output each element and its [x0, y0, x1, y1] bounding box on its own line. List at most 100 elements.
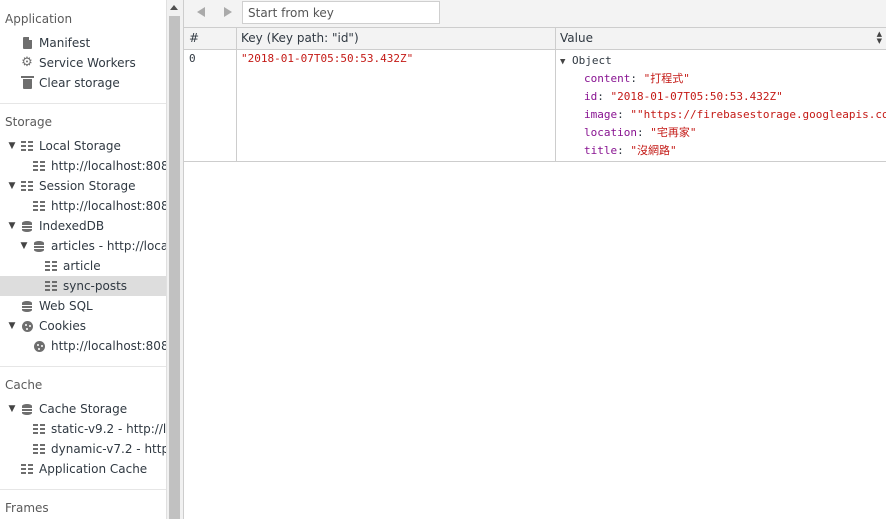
- expand-triangle-icon[interactable]: ▼: [560, 57, 565, 67]
- sidebar-item-indexeddb[interactable]: ▼ IndexedDB: [0, 216, 166, 236]
- scroll-up-arrow-icon[interactable]: [170, 5, 178, 10]
- document-icon: [20, 33, 34, 53]
- divider: [0, 489, 166, 490]
- section-title-application: Application: [5, 12, 73, 26]
- sidebar-item-label: Cookies: [39, 319, 86, 333]
- sidebar-item-label: static-v9.2 - http://localhost:8080: [51, 422, 166, 436]
- expand-triangle-icon[interactable]: ▼: [7, 399, 17, 419]
- cookie-icon: [32, 336, 46, 356]
- object-property: title: "沒網路": [584, 144, 677, 157]
- next-page-icon[interactable]: [224, 7, 232, 17]
- sidebar-item-label: articles - http://localhost:8080: [51, 239, 166, 253]
- grid-icon: [32, 439, 46, 459]
- divider: [0, 103, 166, 104]
- data-grid: # Key (Key path: "id") Value ▲ ▼ 0 "2018-…: [184, 28, 886, 519]
- cookie-icon: [20, 316, 34, 336]
- column-header-index[interactable]: #: [189, 28, 199, 49]
- sidebar-scrollbar-thumb[interactable]: [169, 16, 180, 519]
- sidebar-item-label: Clear storage: [39, 76, 120, 90]
- sidebar-item-service-workers[interactable]: ⚙ Service Workers: [0, 53, 166, 73]
- sidebar-item-store-article[interactable]: article: [0, 256, 166, 276]
- sidebar-item-store-sync-posts[interactable]: sync-posts: [0, 276, 166, 296]
- sidebar-item-label: Local Storage: [39, 139, 121, 153]
- section-title-cache: Cache: [5, 378, 43, 392]
- sidebar-item-session-storage[interactable]: ▼ Session Storage: [0, 176, 166, 196]
- sidebar-item-label: http://localhost:8080: [51, 339, 166, 353]
- section-title-frames: Frames: [5, 501, 49, 515]
- property-name: id: [584, 90, 598, 103]
- sidebar-item-clear-storage[interactable]: Clear storage: [0, 73, 166, 93]
- expand-triangle-icon[interactable]: ▼: [7, 216, 17, 236]
- expand-triangle-icon[interactable]: ▼: [7, 176, 17, 196]
- object-property: location: "宅再家": [584, 126, 697, 139]
- property-value: "宅再家": [650, 126, 697, 139]
- property-name: image: [584, 108, 618, 121]
- sidebar-item-websql[interactable]: Web SQL: [0, 296, 166, 316]
- grid-header: # Key (Key path: "id") Value ▲ ▼: [184, 28, 886, 50]
- divider: [0, 366, 166, 367]
- column-header-value[interactable]: Value: [560, 28, 593, 49]
- sidebar-item-label: IndexedDB: [39, 219, 105, 233]
- sidebar-item-cache-static[interactable]: static-v9.2 - http://localhost:8080: [0, 419, 166, 439]
- sort-arrows-icon[interactable]: ▲ ▼: [877, 31, 882, 45]
- expand-triangle-icon[interactable]: ▼: [7, 316, 17, 336]
- property-name: title: [584, 144, 618, 157]
- sidebar-item-label: dynamic-v7.2 - http://localhost:8080: [51, 442, 166, 456]
- sidebar: Application Manifest ⚙ Service Workers C…: [0, 0, 166, 519]
- sidebar-item-cache-storage[interactable]: ▼ Cache Storage: [0, 399, 166, 419]
- grid-icon: [20, 176, 34, 196]
- sidebar-item-cache-dynamic[interactable]: dynamic-v7.2 - http://localhost:8080: [0, 439, 166, 459]
- sidebar-item-manifest[interactable]: Manifest: [0, 33, 166, 53]
- database-icon: [20, 296, 34, 316]
- grid-icon: [20, 459, 34, 479]
- database-icon: [32, 236, 46, 256]
- object-summary[interactable]: ▼ Object: [560, 52, 612, 70]
- sidebar-item-articles-db[interactable]: ▼ articles - http://localhost:8080: [0, 236, 166, 256]
- sidebar-item-session-storage-origin[interactable]: http://localhost:8080: [0, 196, 166, 216]
- expand-triangle-icon[interactable]: ▼: [19, 236, 29, 256]
- sidebar-item-label: Web SQL: [39, 299, 93, 313]
- gear-icon: ⚙: [21, 55, 33, 70]
- sidebar-item-label: http://localhost:8080: [51, 159, 166, 173]
- row-separator: [184, 161, 886, 162]
- column-header-key[interactable]: Key (Key path: "id"): [241, 28, 359, 49]
- sidebar-item-label: Service Workers: [39, 56, 136, 70]
- sidebar-item-local-storage[interactable]: ▼ Local Storage: [0, 136, 166, 156]
- grid-icon: [20, 136, 34, 156]
- sidebar-item-application-cache[interactable]: Application Cache: [0, 459, 166, 479]
- grid-icon: [44, 276, 58, 296]
- property-value: "沒網路": [630, 144, 677, 157]
- row-index: 0: [189, 52, 196, 65]
- trash-icon: [20, 73, 34, 93]
- sidebar-item-local-storage-origin[interactable]: http://localhost:8080: [0, 156, 166, 176]
- property-name: content: [584, 72, 631, 85]
- toolbar: [184, 0, 886, 28]
- object-label: Object: [572, 54, 612, 67]
- sidebar-item-label: sync-posts: [63, 279, 128, 293]
- sidebar-item-label: Cache Storage: [39, 402, 128, 416]
- property-value: ""https://firebasestorage.googleapis.com: [630, 108, 886, 121]
- row-value: ▼ Object content: "打程式" id: "2018-01-07T…: [560, 52, 886, 161]
- property-value: "2018-01-07T05:50:53.432Z": [610, 90, 783, 103]
- sidebar-item-label: Application Cache: [39, 462, 148, 476]
- object-property: image: ""https://firebasestorage.googlea…: [584, 106, 886, 124]
- expand-triangle-icon[interactable]: ▼: [7, 136, 17, 156]
- sidebar-item-cookies[interactable]: ▼ Cookies: [0, 316, 166, 336]
- section-title-storage: Storage: [5, 115, 52, 129]
- grid-icon: [44, 256, 58, 276]
- sidebar-item-label: Session Storage: [39, 179, 136, 193]
- property-value: "打程式": [643, 72, 690, 85]
- database-icon: [20, 399, 34, 419]
- property-name: location: [584, 126, 637, 139]
- sidebar-item-label: http://localhost:8080: [51, 199, 166, 213]
- column-divider: [236, 28, 237, 161]
- grid-icon: [32, 196, 46, 216]
- column-divider: [555, 28, 556, 161]
- grid-icon: [32, 156, 46, 176]
- sidebar-item-cookies-origin[interactable]: http://localhost:8080: [0, 336, 166, 356]
- start-from-key-input[interactable]: [242, 1, 440, 24]
- grid-icon: [32, 419, 46, 439]
- previous-page-icon[interactable]: [197, 7, 205, 17]
- sidebar-item-label: article: [63, 259, 101, 273]
- row-key: "2018-01-07T05:50:53.432Z": [241, 52, 414, 65]
